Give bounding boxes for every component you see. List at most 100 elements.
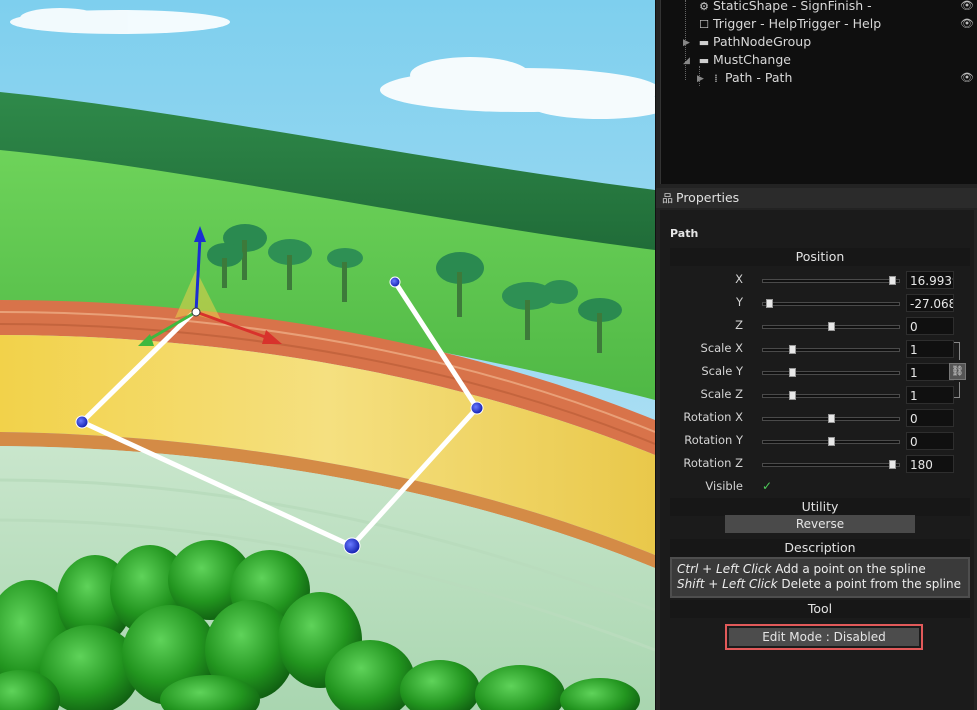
tree-item-signfinish[interactable]: ⚙ StaticShape - SignFinish - bbox=[697, 0, 872, 15]
spline-node[interactable] bbox=[470, 401, 484, 415]
object-name: Path bbox=[670, 227, 699, 240]
field-label: Rotation Z bbox=[683, 456, 743, 470]
edit-mode-highlight: Edit Mode : Disabled bbox=[725, 624, 923, 650]
side-panel: ⚙ StaticShape - SignFinish - 👁 ☐ Trigger -… bbox=[655, 0, 977, 710]
shortcut-text: Delete a point from the spline bbox=[777, 577, 961, 591]
slider-knob[interactable] bbox=[766, 299, 773, 308]
scale-link-bracket bbox=[954, 342, 960, 360]
utility-section-header: Utility bbox=[670, 498, 970, 516]
edit-mode-button[interactable]: Edit Mode : Disabled bbox=[729, 628, 919, 646]
field-label: Z bbox=[735, 318, 743, 332]
tree-item-label: StaticShape - SignFinish - bbox=[713, 0, 872, 13]
tree-item-label: PathNodeGroup bbox=[713, 34, 812, 49]
description-section-header: Description bbox=[670, 539, 970, 557]
field-z: Z 0 bbox=[660, 315, 974, 337]
description-line: Ctrl + Left Click Add a point on the spl… bbox=[677, 562, 963, 577]
cloud bbox=[380, 57, 655, 119]
expand-arrow-icon[interactable]: ▶ bbox=[697, 70, 707, 88]
slider-knob[interactable] bbox=[828, 322, 835, 331]
rotation-y-input[interactable]: 0 bbox=[906, 432, 954, 450]
scene-tree: ⚙ StaticShape - SignFinish - 👁 ☐ Trigger -… bbox=[660, 0, 977, 184]
tree-item-pathnodegroup[interactable]: ▬ PathNodeGroup bbox=[697, 33, 811, 51]
field-label: X bbox=[735, 272, 743, 286]
z-input[interactable]: 0 bbox=[906, 317, 954, 335]
tree-item-label: Path - Path bbox=[725, 70, 793, 85]
field-rotation-y: Rotation Y 0 bbox=[660, 430, 974, 452]
rotation-z-input[interactable]: 180 bbox=[906, 455, 954, 473]
field-label: Rotation X bbox=[683, 410, 743, 424]
shortcut-key: Ctrl + Left Click bbox=[677, 562, 772, 576]
tree-item-label: MustChange bbox=[713, 52, 791, 67]
eye-icon[interactable]: 👁 bbox=[960, 0, 974, 15]
visible-checkbox[interactable]: ✓ bbox=[762, 480, 774, 492]
field-label: Scale Y bbox=[701, 364, 743, 378]
rotation-x-input[interactable]: 0 bbox=[906, 409, 954, 427]
link-scale-icon[interactable]: ⛓ bbox=[949, 363, 966, 380]
y-slider[interactable] bbox=[762, 299, 900, 308]
eye-icon[interactable]: 👁 bbox=[960, 15, 974, 33]
folder-icon: ▬ bbox=[698, 36, 710, 49]
scale-x-input[interactable]: 1 bbox=[906, 340, 954, 358]
rotation-x-slider[interactable] bbox=[762, 414, 900, 423]
x-input[interactable]: 16.9939 bbox=[906, 271, 954, 289]
description-box: Ctrl + Left Click Add a point on the spl… bbox=[670, 557, 970, 598]
reverse-button[interactable]: Reverse bbox=[725, 515, 915, 533]
field-rotation-z: Rotation Z 180 bbox=[660, 453, 974, 475]
path-icon: ⁞ bbox=[714, 72, 718, 85]
spline-node[interactable] bbox=[389, 276, 401, 288]
scale-y-input[interactable]: 1 bbox=[906, 363, 954, 381]
field-label: Scale X bbox=[700, 341, 743, 355]
shortcut-key: Shift + Left Click bbox=[677, 577, 778, 591]
scale-z-input[interactable]: 1 bbox=[906, 386, 954, 404]
slider-knob[interactable] bbox=[789, 345, 796, 354]
tree-item-label: Trigger - HelpTrigger - Help bbox=[713, 16, 882, 31]
folder-icon: ▬ bbox=[698, 54, 710, 67]
spline-node[interactable] bbox=[343, 537, 361, 555]
scale-link-bracket bbox=[954, 382, 960, 398]
square-icon: ☐ bbox=[699, 18, 709, 31]
spline-node[interactable] bbox=[75, 415, 89, 429]
scene-viewport[interactable] bbox=[0, 0, 655, 710]
slider-knob[interactable] bbox=[789, 368, 796, 377]
rotation-y-slider[interactable] bbox=[762, 437, 900, 446]
slider-knob[interactable] bbox=[828, 437, 835, 446]
properties-panel: Path Position X 16.9939 Y -27.0685 Z 0 S… bbox=[660, 210, 974, 710]
hierarchy-icon: 品 bbox=[662, 192, 673, 205]
scale-z-slider[interactable] bbox=[762, 391, 900, 400]
field-x: X 16.9939 bbox=[660, 269, 974, 291]
x-slider[interactable] bbox=[762, 276, 900, 285]
gear-icon: ⚙ bbox=[699, 0, 709, 13]
scale-y-slider[interactable] bbox=[762, 368, 900, 377]
collapse-arrow-icon[interactable]: ◢ bbox=[683, 52, 693, 70]
field-scale-z: Scale Z 1 bbox=[660, 384, 974, 406]
expand-arrow-icon[interactable]: ▶ bbox=[683, 34, 693, 52]
position-section-header: Position bbox=[670, 248, 970, 266]
slider-knob[interactable] bbox=[889, 276, 896, 285]
tool-section-header: Tool bbox=[670, 600, 970, 618]
tree-item-mustchange[interactable]: ▬ MustChange bbox=[697, 51, 791, 69]
slider-knob[interactable] bbox=[828, 414, 835, 423]
field-rotation-x: Rotation X 0 bbox=[660, 407, 974, 429]
properties-title: Properties bbox=[676, 190, 740, 205]
cloud bbox=[10, 8, 230, 34]
tree-item-helptrigger[interactable]: ☐ Trigger - HelpTrigger - Help bbox=[697, 15, 881, 33]
rotation-z-slider[interactable] bbox=[762, 460, 900, 469]
shortcut-text: Add a point on the spline bbox=[771, 562, 926, 576]
tree-item-path[interactable]: ⁞ Path - Path bbox=[709, 69, 792, 87]
field-y: Y -27.0685 bbox=[660, 292, 974, 314]
field-scale-x: Scale X 1 bbox=[660, 338, 974, 360]
slider-knob[interactable] bbox=[889, 460, 896, 469]
properties-header: 品 Properties bbox=[656, 188, 977, 208]
scale-x-slider[interactable] bbox=[762, 345, 900, 354]
field-scale-y: Scale Y 1 bbox=[660, 361, 974, 383]
field-label: Rotation Y bbox=[684, 433, 743, 447]
field-label: Visible bbox=[705, 479, 743, 493]
y-input[interactable]: -27.0685 bbox=[906, 294, 954, 312]
field-label: Y bbox=[735, 295, 743, 309]
field-visible: Visible ✓ bbox=[660, 476, 974, 498]
z-slider[interactable] bbox=[762, 322, 900, 331]
field-label: Scale Z bbox=[700, 387, 743, 401]
slider-knob[interactable] bbox=[789, 391, 796, 400]
eye-icon[interactable]: 👁 bbox=[960, 69, 974, 87]
scene-render bbox=[0, 8, 655, 710]
